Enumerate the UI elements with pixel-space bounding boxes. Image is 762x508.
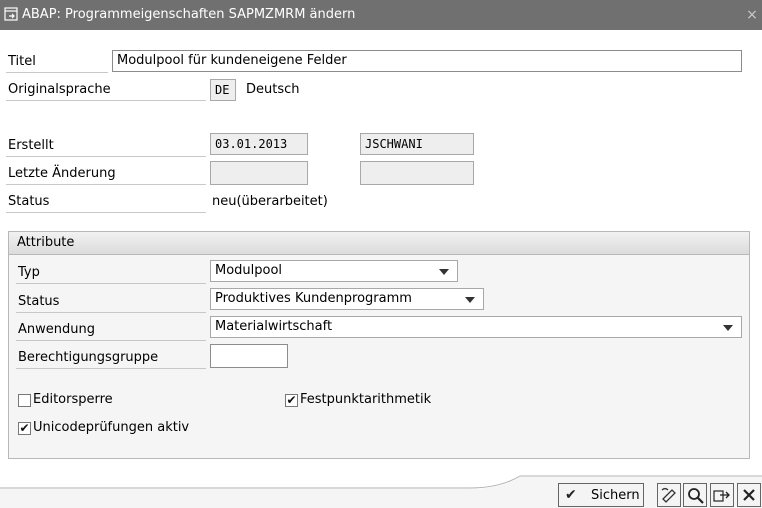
transfer-button[interactable]	[710, 483, 734, 507]
save-button[interactable]: ✔ Sichern	[558, 483, 644, 507]
anwendung-label: Anwendung	[18, 322, 95, 337]
window-title: ABAP: Programmeigenschaften SAPMZMRM änd…	[22, 7, 356, 22]
check-icon: ✔	[19, 421, 30, 435]
status-value: neu(überarbeitet)	[212, 194, 328, 209]
festpunktarithmetik-checkbox[interactable]: ✔	[285, 394, 298, 407]
originalsprache-text: Deutsch	[246, 82, 300, 97]
erstellt-label: Erstellt	[8, 138, 54, 153]
attr-status-label: Status	[18, 294, 60, 309]
chevron-down-icon	[723, 325, 733, 331]
typ-value: Modulpool	[215, 263, 283, 278]
festpunktarithmetik-label: Festpunktarithmetik	[300, 392, 432, 407]
help-button[interactable]	[657, 483, 681, 507]
berechtigungsgruppe-input[interactable]	[210, 344, 288, 368]
check-icon: ✔	[286, 393, 297, 407]
chevron-down-icon	[439, 269, 449, 275]
cancel-icon	[743, 489, 755, 501]
status-label: Status	[8, 194, 50, 209]
berechtigungsgruppe-label: Berechtigungsgruppe	[18, 350, 159, 365]
anwendung-select[interactable]: Materialwirtschaft	[210, 316, 742, 338]
letzte-aenderung-user	[360, 161, 474, 185]
attribute-group-header: Attribute	[9, 232, 749, 255]
letzte-aenderung-label: Letzte Änderung	[8, 166, 116, 181]
unicode-label: Unicodeprüfungen aktiv	[33, 420, 190, 435]
search-icon	[688, 488, 704, 504]
erstellt-user: JSCHWANI	[360, 133, 474, 155]
attribute-header-label: Attribute	[17, 235, 75, 250]
search-button[interactable]	[683, 483, 707, 507]
letzte-aenderung-date	[210, 161, 308, 185]
transfer-icon	[713, 490, 730, 502]
originalsprache-label: Originalsprache	[8, 82, 111, 97]
attr-status-select[interactable]: Produktives Kundenprogramm	[210, 288, 484, 310]
help-icon	[661, 487, 676, 503]
window-icon	[4, 7, 18, 21]
save-button-label: Sichern	[591, 488, 640, 503]
chevron-down-icon	[465, 297, 475, 303]
cancel-button[interactable]	[737, 483, 761, 507]
titel-label: Titel	[8, 54, 36, 69]
erstellt-date: 03.01.2013	[210, 133, 308, 155]
editorsperre-label: Editorsperre	[33, 392, 113, 407]
button-bar-background	[0, 475, 762, 508]
unicode-checkbox[interactable]: ✔	[18, 422, 31, 435]
save-checkmark-icon: ✔	[565, 487, 577, 503]
anwendung-value: Materialwirtschaft	[215, 319, 333, 334]
originalsprache-code: DE	[210, 79, 236, 101]
typ-select[interactable]: Modulpool	[210, 260, 458, 282]
close-icon[interactable]: ×	[744, 7, 760, 23]
typ-label: Typ	[18, 265, 40, 280]
titel-input[interactable]: Modulpool für kundeneigene Felder	[112, 50, 742, 72]
attr-status-value: Produktives Kundenprogramm	[215, 291, 412, 306]
editorsperre-checkbox[interactable]	[18, 394, 31, 407]
window-titlebar: ABAP: Programmeigenschaften SAPMZMRM änd…	[0, 0, 762, 30]
